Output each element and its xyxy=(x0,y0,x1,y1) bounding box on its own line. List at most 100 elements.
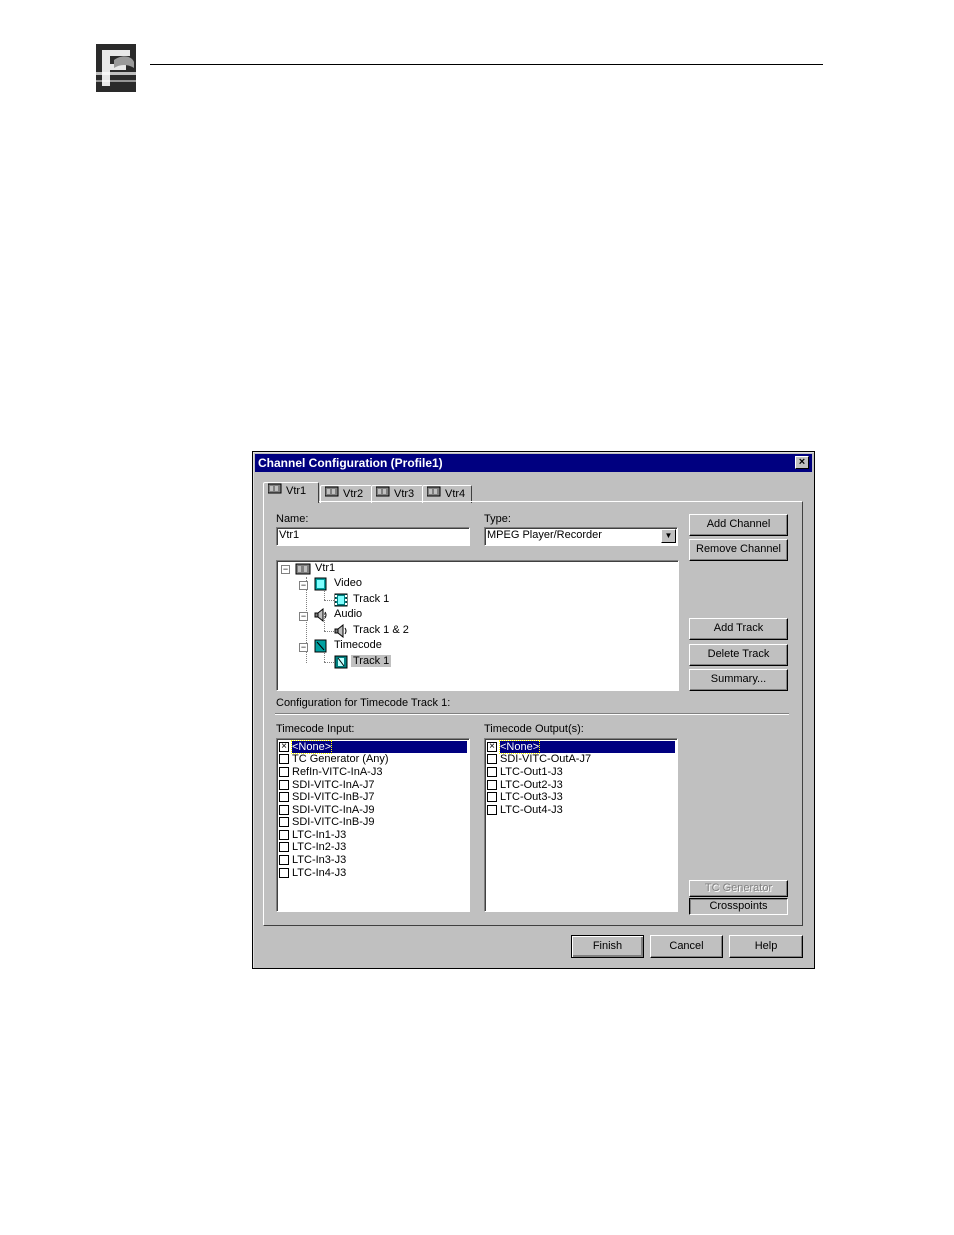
separator xyxy=(275,713,789,715)
tree-node-video-track[interactable]: Track 1 xyxy=(353,592,389,607)
remove-channel-button[interactable]: Remove Channel xyxy=(689,539,788,561)
list-item[interactable]: × <None> xyxy=(487,740,675,754)
list-item-label: <None> xyxy=(498,740,541,754)
tree-node-timecode-track[interactable]: Track 1 xyxy=(351,654,392,669)
crosspoints-button[interactable]: Crosspoints xyxy=(689,898,788,915)
type-label: Type: xyxy=(484,513,511,525)
checkbox[interactable] xyxy=(279,830,289,840)
tab-label: Vtr1 xyxy=(286,485,307,497)
timecode-input-label: Timecode Input: xyxy=(276,723,355,735)
list-item[interactable]: × <None> xyxy=(279,740,467,754)
list-item-label: SDI-VITC-InB-J7 xyxy=(292,791,375,803)
tree-node-video[interactable]: Video xyxy=(334,576,362,591)
header-rule xyxy=(150,64,823,65)
checkbox[interactable] xyxy=(279,780,289,790)
list-item[interactable]: RefIn-VITC-InA-J3 xyxy=(279,766,382,778)
list-item-label: LTC-Out3-J3 xyxy=(500,791,563,803)
list-item[interactable]: LTC-Out4-J3 xyxy=(487,804,563,816)
checkbox-checked[interactable]: × xyxy=(487,742,497,752)
list-item[interactable]: LTC-In4-J3 xyxy=(279,867,346,879)
type-select[interactable]: MPEG Player/Recorder ▼ xyxy=(484,527,678,546)
timecode-input-list[interactable]: × <None> TC Generator (Any) RefIn-VITC-In… xyxy=(276,738,470,912)
checkbox[interactable] xyxy=(487,780,497,790)
collapse-icon[interactable]: − xyxy=(299,612,308,621)
list-item-label: TC Generator (Any) xyxy=(292,753,389,765)
checkbox[interactable] xyxy=(279,817,289,827)
checkbox[interactable] xyxy=(487,805,497,815)
tree-node-vtr1[interactable]: Vtr1 xyxy=(315,561,335,576)
cancel-button[interactable]: Cancel xyxy=(650,935,723,958)
speaker-icon xyxy=(333,623,349,639)
checkbox[interactable] xyxy=(279,842,289,852)
name-value: Vtr1 xyxy=(279,529,300,541)
list-item[interactable]: TC Generator (Any) xyxy=(279,753,389,765)
list-item-label: LTC-Out1-J3 xyxy=(500,766,563,778)
help-button[interactable]: Help xyxy=(729,935,803,958)
delete-track-button[interactable]: Delete Track xyxy=(689,644,788,666)
tab-label: Vtr3 xyxy=(394,488,415,500)
list-item[interactable]: LTC-In2-J3 xyxy=(279,841,346,853)
list-item-label: SDI-VITC-InB-J9 xyxy=(292,816,375,828)
timecode-icon xyxy=(313,639,329,653)
list-item-label: SDI-VITC-InA-J7 xyxy=(292,779,375,791)
list-item[interactable]: LTC-Out2-J3 xyxy=(487,779,563,791)
tc-generator-button[interactable]: TC Generator xyxy=(689,880,788,897)
channel-configuration-dialog: Channel Configuration (Profile1) × Vtr1 … xyxy=(252,451,815,969)
checkbox[interactable] xyxy=(487,767,497,777)
close-button[interactable]: × xyxy=(795,456,809,469)
close-icon: × xyxy=(798,456,806,468)
type-value: MPEG Player/Recorder xyxy=(487,529,602,541)
tab-label: Vtr4 xyxy=(445,488,466,500)
vtr-icon xyxy=(375,486,390,502)
list-item-label: LTC-Out2-J3 xyxy=(500,779,563,791)
chevron-down-icon[interactable]: ▼ xyxy=(661,529,676,543)
list-item-label: LTC-In2-J3 xyxy=(292,841,347,853)
list-item-label: LTC-Out4-J3 xyxy=(500,804,563,816)
list-item[interactable]: SDI-VITC-InA-J9 xyxy=(279,804,375,816)
tree-node-audio[interactable]: Audio xyxy=(334,607,362,622)
summary-button[interactable]: Summary... xyxy=(689,669,788,691)
checkbox[interactable] xyxy=(279,767,289,777)
list-item[interactable]: LTC-In1-J3 xyxy=(279,829,346,841)
list-item[interactable]: LTC-In3-J3 xyxy=(279,854,346,866)
collapse-icon[interactable]: − xyxy=(281,565,290,574)
collapse-icon[interactable]: − xyxy=(299,643,308,652)
list-item-label: SDI-VITC-InA-J9 xyxy=(292,804,375,816)
tree-node-audio-track[interactable]: Track 1 & 2 xyxy=(353,623,409,638)
checkbox[interactable] xyxy=(487,792,497,802)
name-field[interactable]: Vtr1 xyxy=(276,527,470,546)
film-icon xyxy=(333,593,349,607)
list-item[interactable]: SDI-VITC-OutA-J7 xyxy=(487,753,591,765)
name-label: Name: xyxy=(276,513,309,525)
list-item[interactable]: LTC-Out1-J3 xyxy=(487,766,563,778)
tree-node-timecode[interactable]: Timecode xyxy=(334,638,382,653)
finish-button[interactable]: Finish xyxy=(571,935,644,958)
add-track-button[interactable]: Add Track xyxy=(689,618,788,640)
company-logo xyxy=(96,42,138,94)
list-item[interactable]: SDI-VITC-InB-J7 xyxy=(279,791,375,803)
tab-vtr1[interactable]: Vtr1 xyxy=(263,482,319,503)
list-item[interactable]: SDI-VITC-InA-J7 xyxy=(279,779,375,791)
list-item-label: <None> xyxy=(290,740,333,754)
dialog-titlebar: Channel Configuration (Profile1) × xyxy=(255,454,812,472)
checkbox[interactable] xyxy=(487,754,497,764)
vtr-icon xyxy=(267,483,282,499)
video-icon xyxy=(313,577,329,591)
checkbox[interactable] xyxy=(279,805,289,815)
list-item[interactable]: LTC-Out3-J3 xyxy=(487,791,563,803)
add-channel-button[interactable]: Add Channel xyxy=(689,514,788,536)
list-item-label: LTC-In1-J3 xyxy=(292,829,347,841)
timecode-output-list[interactable]: × <None> SDI-VITC-OutA-J7 LTC-Out1-J3 LTC… xyxy=(484,738,678,912)
checkbox-checked[interactable]: × xyxy=(279,742,289,752)
tab-label: Vtr2 xyxy=(343,488,364,500)
speaker-icon xyxy=(313,607,329,623)
collapse-icon[interactable]: − xyxy=(299,581,308,590)
checkbox[interactable] xyxy=(279,868,289,878)
checkbox[interactable] xyxy=(279,792,289,802)
vtr-icon xyxy=(324,486,339,502)
checkbox[interactable] xyxy=(279,754,289,764)
config-heading: Configuration for Timecode Track 1: xyxy=(276,697,451,709)
channel-tree[interactable]: − Vtr1 − Video Track 1 − Audio Track 1 &… xyxy=(276,560,679,691)
checkbox[interactable] xyxy=(279,855,289,865)
list-item[interactable]: SDI-VITC-InB-J9 xyxy=(279,816,375,828)
